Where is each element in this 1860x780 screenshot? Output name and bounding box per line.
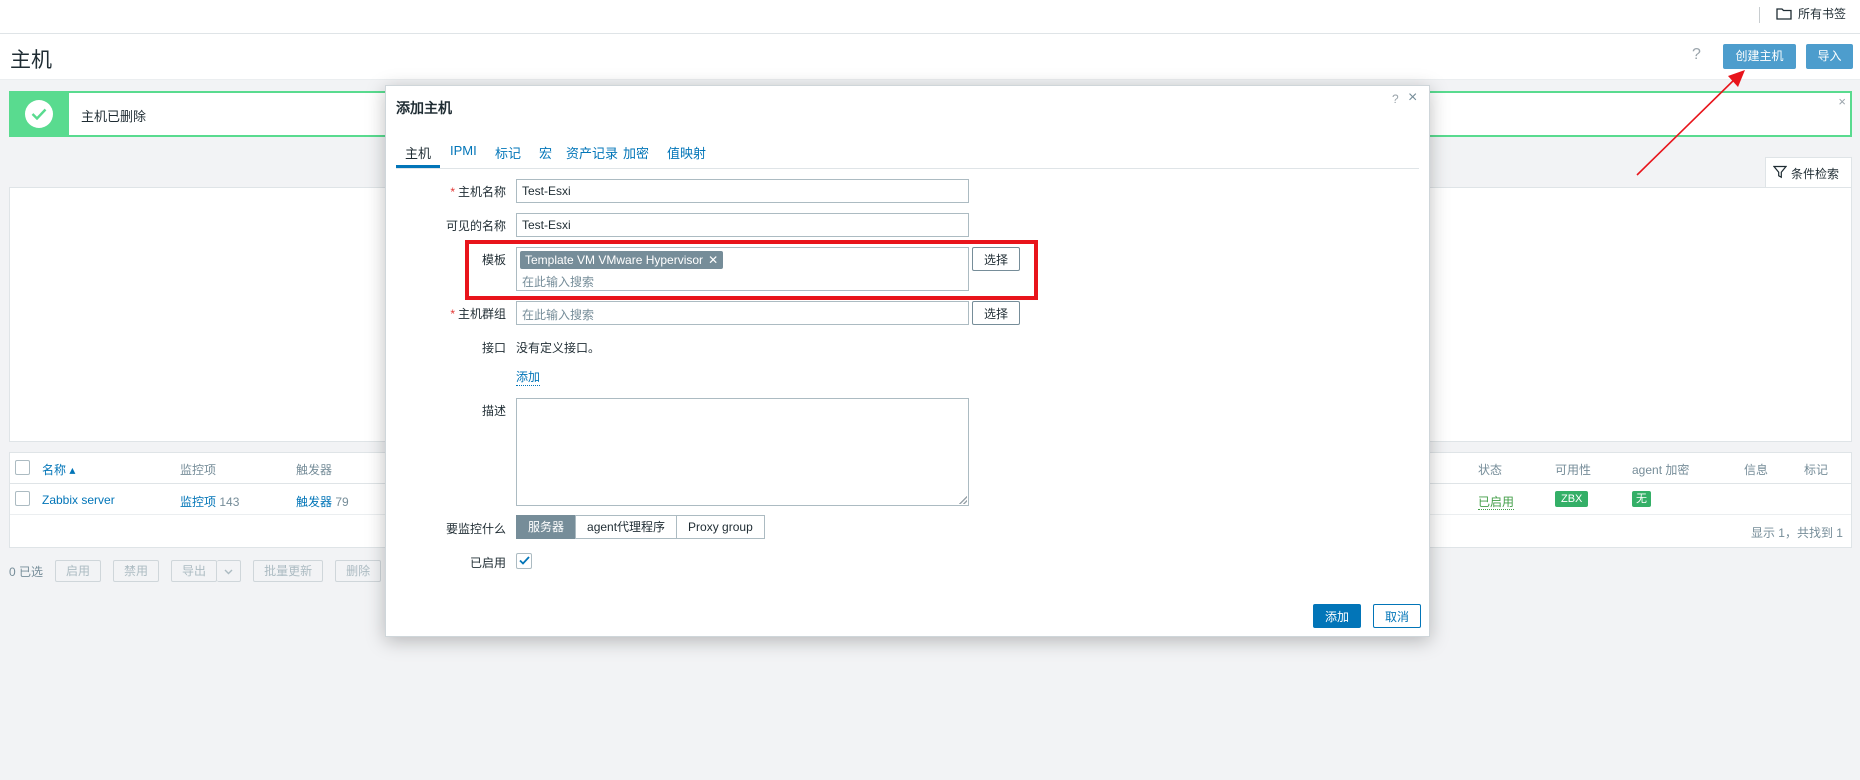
row-checkbox[interactable] [15,491,30,506]
add-host-dialog: 添加主机 ? × 主机 IPMI 标记 宏 资产记录 加密 值映射 * 主机名称 … [385,85,1430,637]
annotation-highlight-box [465,240,1038,300]
host-groups-label: * 主机群组 [450,307,506,321]
visible-name-label: 可见的名称 [445,219,506,233]
tab-tags[interactable]: 标记 [495,143,521,162]
all-bookmarks[interactable]: 所有书签 [1776,5,1846,22]
items-link[interactable]: 监控项 [180,495,216,509]
chevron-down-icon [224,564,233,578]
host-name-label: * 主机名称 [450,185,506,199]
encryption-cell: 无 [1632,491,1651,507]
arrow-head-icon [1728,70,1745,87]
zbx-availability-badge: ZBX [1555,491,1589,507]
monitored-by-label: 要监控什么 [445,522,506,536]
mass-update-button[interactable]: 批量更新 [253,560,324,582]
column-triggers: 触发器 [296,463,333,477]
check-circle-icon [25,100,53,128]
monitored-by-server[interactable]: 服务器 [516,515,577,539]
message-icon-box [11,93,69,135]
funnel-icon [1772,165,1788,182]
bookmark-bar: 所有书签 [0,0,1860,34]
folder-icon [1776,7,1792,20]
checkmark-icon [518,554,530,568]
tab-inventory[interactable]: 资产记录 [566,143,618,162]
column-name[interactable]: 名称 ▴ [42,461,75,478]
annotation-arrow [1636,70,1745,176]
add-interface-link[interactable]: 添加 [516,368,541,386]
disable-button[interactable]: 禁用 [113,560,160,582]
items-cell: 监控项 143 [180,493,239,510]
monitored-by-proxy[interactable]: agent代理程序 [575,515,678,539]
page-title: 主机 [10,49,52,72]
interfaces-label: 接口 [481,341,506,355]
description-label: 描述 [481,404,506,418]
tab-host[interactable]: 主机 [405,143,431,162]
tab-encryption[interactable]: 加密 [623,143,649,162]
page-header: 主机 ? 创建主机 导入 [0,34,1860,80]
column-info: 信息 [1744,463,1769,477]
description-textarea[interactable] [516,398,969,506]
export-button[interactable]: 导出 [171,560,218,582]
export-split-button: 导出 [171,560,242,582]
all-bookmarks-label: 所有书签 [1798,7,1847,21]
dialog-tabs: 主机 IPMI 标记 宏 资产记录 加密 值映射 [396,136,1419,169]
bookmark-separator [1759,7,1760,23]
host-name-link[interactable]: Zabbix server [42,493,115,507]
selected-count: 0 已选 [9,564,44,579]
table-footer: 显示 1，共找到 1 [1750,526,1843,540]
tab-ipmi[interactable]: IPMI [450,143,477,158]
visible-name-input[interactable]: Test-Esxi [516,213,969,237]
triggers-link[interactable]: 触发器 [296,495,332,509]
host-groups-select-button[interactable]: 选择 [972,301,1020,325]
dialog-title: 添加主机 [396,100,452,116]
message-text: 主机已删除 [81,109,147,124]
triggers-count: 79 [335,495,349,509]
items-count: 143 [219,495,240,509]
enabled-label: 已启用 [469,556,506,570]
column-status: 状态 [1478,463,1503,477]
enabled-checkbox[interactable] [516,553,532,569]
enable-button[interactable]: 启用 [55,560,102,582]
column-items: 监控项 [180,463,217,477]
column-agent-encryption: agent 加密 [1632,463,1690,477]
column-availability: 可用性 [1555,463,1592,477]
dialog-help-icon[interactable]: ? [1392,92,1399,106]
help-icon[interactable]: ? [1692,46,1701,64]
active-tab-indicator [396,165,440,168]
select-all-checkbox[interactable] [15,460,30,475]
export-dropdown-button[interactable] [217,560,242,582]
cancel-button[interactable]: 取消 [1373,604,1421,628]
status-cell: 已启用 [1478,493,1515,510]
tab-value-mapping[interactable]: 值映射 [667,143,706,162]
import-button[interactable]: 导入 [1806,44,1853,69]
resize-grip-icon[interactable] [959,496,967,504]
triggers-cell: 触发器 79 [296,493,349,510]
delete-button[interactable]: 删除 [335,560,382,582]
filter-tab[interactable]: 条件检索 [1765,157,1852,188]
host-name-input[interactable]: Test-Esxi [516,179,969,203]
status-link[interactable]: 已启用 [1478,495,1515,510]
add-button[interactable]: 添加 [1313,604,1361,628]
monitored-by-radio-group: 服务器 agent代理程序 Proxy group [516,515,765,539]
filter-label: 条件检索 [1791,166,1840,181]
arrow-line [1636,76,1738,176]
mass-action-bar: 0 已选 启用 禁用 导出 批量更新 删除 [9,560,393,582]
host-groups-input[interactable]: 在此输入搜索 [516,301,969,325]
availability-cell: ZBX [1555,491,1589,507]
no-interfaces-text: 没有定义接口。 [516,341,601,355]
column-tags: 标记 [1804,463,1829,477]
encryption-badge: 无 [1632,491,1651,507]
tab-macros[interactable]: 宏 [539,143,552,162]
dialog-close-icon[interactable]: × [1408,89,1417,107]
close-icon[interactable]: × [1838,94,1846,109]
monitored-by-proxy-group[interactable]: Proxy group [676,515,765,539]
